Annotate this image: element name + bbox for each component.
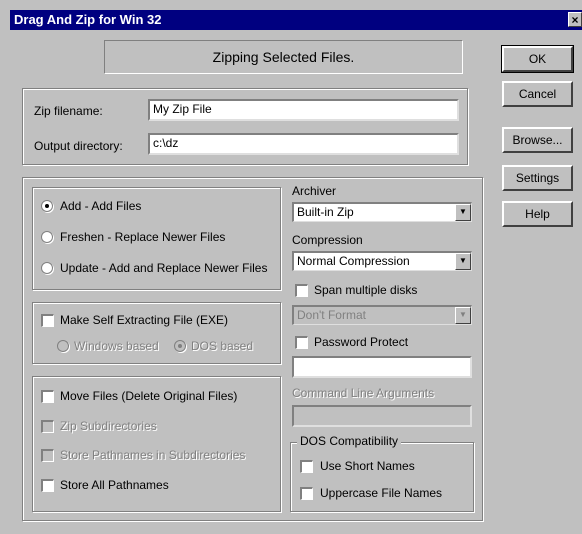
- command-line-label: Command Line Arguments: [292, 386, 435, 400]
- windows-based-radio[interactable]: [57, 340, 69, 352]
- command-line-input[interactable]: [292, 405, 472, 427]
- short-names-label[interactable]: Use Short Names: [320, 459, 415, 473]
- close-icon: ×: [571, 13, 579, 27]
- move-files-label[interactable]: Move Files (Delete Original Files): [60, 389, 237, 403]
- password-input[interactable]: [292, 356, 472, 378]
- cancel-button[interactable]: Cancel: [502, 81, 573, 107]
- password-checkbox[interactable]: [295, 336, 308, 349]
- archiver-select[interactable]: Built-in Zip ▼: [292, 202, 472, 222]
- short-names-checkbox[interactable]: [300, 460, 313, 473]
- chevron-down-icon[interactable]: ▼: [455, 307, 471, 324]
- zip-filename-input[interactable]: My Zip File: [148, 99, 459, 121]
- store-pathnames-subdirs-label: Store Pathnames in Subdirectories: [60, 448, 246, 462]
- close-button[interactable]: ×: [568, 12, 582, 27]
- freshen-label[interactable]: Freshen - Replace Newer Files: [60, 230, 225, 244]
- move-files-checkbox[interactable]: [41, 390, 54, 403]
- dialog-window: Drag And Zip for Win 32 × Zipping Select…: [0, 0, 582, 534]
- add-label[interactable]: Add - Add Files: [60, 199, 141, 213]
- self-extract-group: [32, 302, 281, 364]
- format-select[interactable]: Don't Format ▼: [292, 305, 472, 325]
- dos-compat-title: DOS Compatibility: [297, 434, 402, 448]
- store-all-pathnames-label[interactable]: Store All Pathnames: [60, 478, 169, 492]
- zip-subdirectories-label: Zip Subdirectories: [60, 419, 157, 433]
- self-extract-checkbox[interactable]: [41, 314, 54, 327]
- settings-button[interactable]: Settings: [502, 165, 573, 191]
- store-pathnames-subdirs-checkbox[interactable]: [41, 449, 54, 462]
- output-directory-label: Output directory:: [34, 139, 123, 153]
- zip-subdirectories-checkbox[interactable]: [41, 420, 54, 433]
- update-label[interactable]: Update - Add and Replace Newer Files: [60, 261, 267, 275]
- status-text: Zipping Selected Files.: [212, 49, 355, 65]
- ok-button[interactable]: OK: [501, 45, 574, 73]
- dos-based-label: DOS based: [191, 339, 254, 353]
- windows-based-label: Windows based: [74, 339, 159, 353]
- title-bar: Drag And Zip for Win 32 ×: [10, 10, 582, 30]
- help-button[interactable]: Help: [502, 201, 573, 227]
- output-directory-input[interactable]: c:\dz: [148, 133, 459, 155]
- dos-compat-group: [290, 442, 474, 512]
- dos-based-radio[interactable]: [174, 340, 186, 352]
- add-radio[interactable]: [41, 200, 53, 212]
- span-disks-label[interactable]: Span multiple disks: [314, 283, 417, 297]
- uppercase-names-label[interactable]: Uppercase File Names: [320, 486, 442, 500]
- freshen-radio[interactable]: [41, 231, 53, 243]
- update-radio[interactable]: [41, 262, 53, 274]
- span-disks-checkbox[interactable]: [295, 284, 308, 297]
- chevron-down-icon[interactable]: ▼: [455, 204, 471, 221]
- browse-button[interactable]: Browse...: [502, 127, 573, 153]
- chevron-down-icon[interactable]: ▼: [455, 253, 471, 270]
- status-panel: Zipping Selected Files.: [104, 40, 463, 74]
- uppercase-names-checkbox[interactable]: [300, 487, 313, 500]
- archiver-label: Archiver: [292, 184, 337, 198]
- store-all-pathnames-checkbox[interactable]: [41, 479, 54, 492]
- self-extract-label[interactable]: Make Self Extracting File (EXE): [60, 313, 228, 327]
- zip-filename-label: Zip filename:: [34, 104, 103, 118]
- window-title: Drag And Zip for Win 32: [14, 12, 162, 27]
- compression-select[interactable]: Normal Compression ▼: [292, 251, 472, 271]
- password-label[interactable]: Password Protect: [314, 335, 408, 349]
- compression-label: Compression: [292, 233, 363, 247]
